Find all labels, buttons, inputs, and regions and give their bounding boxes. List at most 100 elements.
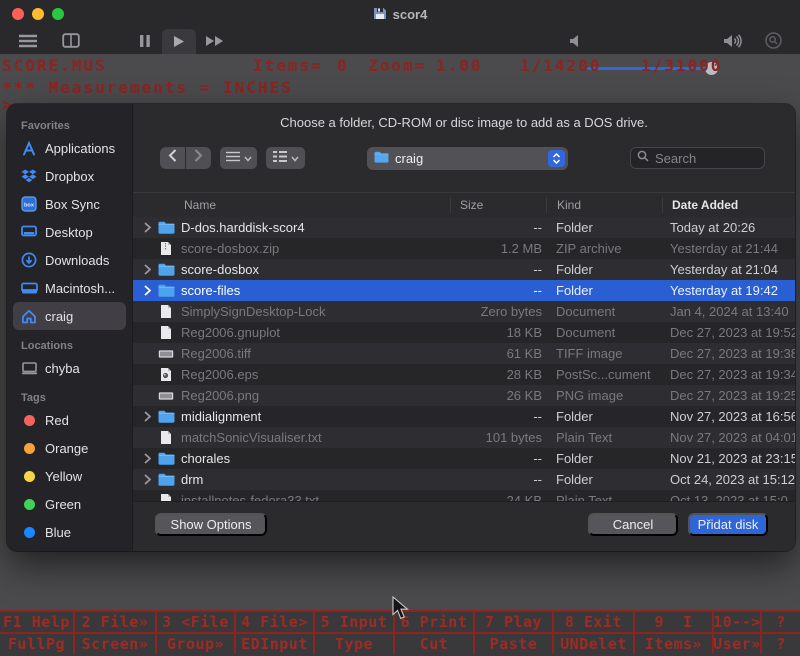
dos-menu-item[interactable]: Type <box>313 634 393 654</box>
table-row[interactable]: chorales--FolderNov 21, 2023 at 23:15 <box>133 448 795 469</box>
search-input[interactable] <box>653 150 758 167</box>
column-divider[interactable] <box>662 197 663 213</box>
circled-search-icon[interactable] <box>765 32 782 49</box>
disclosure-chevron-icon[interactable] <box>144 259 154 280</box>
forward-button[interactable] <box>186 147 211 169</box>
dos-menu-item[interactable]: Paste <box>473 634 552 654</box>
column-divider[interactable] <box>546 197 547 213</box>
image-file-icon <box>157 385 175 406</box>
dos-menu-item[interactable]: ? <box>760 612 800 632</box>
volume-high-icon[interactable] <box>723 33 742 49</box>
table-row[interactable]: Reg2006.eps28 KBPostSc...cumentDec 27, 2… <box>133 364 795 385</box>
column-header-name[interactable]: Name <box>184 193 216 217</box>
file-date-added: Today at 20:26 <box>670 217 795 238</box>
sidebar-item-applications[interactable]: Applications <box>13 134 126 162</box>
floppy-disk-icon <box>373 6 387 23</box>
sidebar-item-green[interactable]: Green <box>13 490 126 518</box>
file-date-added: Oct 24, 2023 at 15:12 <box>670 469 795 490</box>
sidebar-section-title: Favorites <box>21 120 132 132</box>
dos-menu-item[interactable]: UNDelet <box>552 634 633 654</box>
table-row[interactable]: score-dosbox--FolderYesterday at 21:04 <box>133 259 795 280</box>
sidebar-item-label: Orange <box>45 441 88 456</box>
column-header-kind[interactable]: Kind <box>557 193 581 217</box>
search-field[interactable] <box>630 147 765 169</box>
add-disk-button[interactable]: Přidat disk <box>688 513 768 536</box>
home-icon <box>20 307 38 325</box>
sidebar-item-box-sync[interactable]: boxBox Sync <box>13 190 126 218</box>
disclosure-chevron-icon[interactable] <box>144 469 154 490</box>
dos-menu-item[interactable]: 4 File> <box>234 612 313 632</box>
dos-menu-item[interactable]: FullPg <box>0 634 73 654</box>
sidebar-item-craig[interactable]: craig <box>13 302 126 330</box>
document-icon <box>157 322 175 343</box>
fast-forward-icon[interactable] <box>205 35 225 47</box>
table-row[interactable]: midialignment--FolderNov 27, 2023 at 16:… <box>133 406 795 427</box>
dos-menu-item[interactable]: 5 Input <box>313 612 393 632</box>
sidebar-item-downloads[interactable]: Downloads <box>13 246 126 274</box>
menu-icon[interactable] <box>18 33 38 49</box>
file-kind: PNG image <box>556 385 666 406</box>
volume-low-icon[interactable] <box>569 34 580 48</box>
dos-menu-item[interactable]: 7 Play <box>473 612 552 632</box>
sidebar-item-dropbox[interactable]: Dropbox <box>13 162 126 190</box>
dos-menu-item[interactable]: Screen» <box>73 634 155 654</box>
group-view-dropdown[interactable] <box>266 147 305 169</box>
sidebar-item-blue[interactable]: Blue <box>13 518 126 546</box>
sidebar-item-red[interactable]: Red <box>13 406 126 434</box>
disclosure-chevron-icon[interactable] <box>144 448 154 469</box>
list-view-dropdown[interactable] <box>220 147 257 169</box>
sidebar-item-orange[interactable]: Orange <box>13 434 126 462</box>
table-row[interactable]: Reg2006.png26 KBPNG imageDec 27, 2023 at… <box>133 385 795 406</box>
sidebar-item-label: Macintosh... <box>45 281 115 296</box>
dos-menu-item[interactable]: Cut <box>393 634 473 654</box>
show-options-button[interactable]: Show Options <box>155 513 267 536</box>
table-row[interactable]: matchSonicVisualiser.txt101 bytesPlain T… <box>133 427 795 448</box>
column-header-size[interactable]: Size <box>460 193 483 217</box>
dos-menu-item[interactable]: F1 Help <box>0 612 73 632</box>
book-icon[interactable] <box>62 33 80 48</box>
dos-menu-item[interactable]: User» <box>712 634 760 654</box>
disclosure-chevron-icon[interactable] <box>144 280 154 301</box>
dos-menu-item[interactable]: 9 I <box>633 612 712 632</box>
table-row[interactable]: SimplySignDesktop-LockZero bytesDocument… <box>133 301 795 322</box>
disclosure-chevron-icon[interactable] <box>144 217 154 238</box>
table-row[interactable]: D-dos.harddisk-scor4--FolderToday at 20:… <box>133 217 795 238</box>
dos-menu-item[interactable]: ? <box>760 634 800 654</box>
sidebar-item-label: Red <box>45 413 69 428</box>
back-button[interactable] <box>160 147 185 169</box>
dos-menu-item[interactable]: Items» <box>633 634 712 654</box>
window-title-area: scor4 <box>0 0 800 28</box>
column-header-date-added[interactable]: Date Added <box>672 193 738 217</box>
emulator-toolbar <box>0 28 800 54</box>
sidebar-item-chyba[interactable]: chyba <box>13 354 126 382</box>
applications-icon <box>20 139 38 157</box>
sidebar-item-macintosh-[interactable]: Macintosh... <box>13 274 126 302</box>
table-row[interactable]: score-dosbox.zip1.2 MBZIP archiveYesterd… <box>133 238 795 259</box>
cancel-button[interactable]: Cancel <box>588 513 678 536</box>
column-divider[interactable] <box>450 197 451 213</box>
location-popup[interactable]: craig <box>367 147 568 170</box>
file-kind: Plain Text <box>556 490 666 501</box>
dos-menu-item[interactable]: 8 Exit <box>552 612 633 632</box>
chevron-left-icon <box>168 149 177 167</box>
sidebar-item-desktop[interactable]: Desktop <box>13 218 126 246</box>
eps-file-icon <box>157 364 175 385</box>
pause-icon[interactable] <box>139 34 151 48</box>
dos-menu-item[interactable]: 3 <File <box>155 612 234 632</box>
dos-menu-item[interactable]: 2 File» <box>73 612 155 632</box>
dos-menu-item[interactable]: 10--> <box>712 612 760 632</box>
dos-menu-item[interactable]: EDInput <box>234 634 313 654</box>
file-size: 24 KB <box>433 490 542 501</box>
dos-menu-item[interactable]: Group» <box>155 634 234 654</box>
table-row[interactable]: drm--FolderOct 24, 2023 at 15:12 <box>133 469 795 490</box>
dos-items-value: 0 <box>337 56 349 75</box>
folder-mini-icon <box>374 151 389 166</box>
downloads-icon <box>20 251 38 269</box>
sidebar-item-yellow[interactable]: Yellow <box>13 462 126 490</box>
table-row[interactable]: Reg2006.gnuplot18 KBDocumentDec 27, 2023… <box>133 322 795 343</box>
table-row[interactable]: installnotes-fedora33.txt24 KBPlain Text… <box>133 490 795 501</box>
table-row[interactable]: Reg2006.tiff61 KBTIFF imageDec 27, 2023 … <box>133 343 795 364</box>
file-size: 18 KB <box>433 322 542 343</box>
table-row[interactable]: score-files--FolderYesterday at 19:42 <box>133 280 795 301</box>
disclosure-chevron-icon[interactable] <box>144 406 154 427</box>
